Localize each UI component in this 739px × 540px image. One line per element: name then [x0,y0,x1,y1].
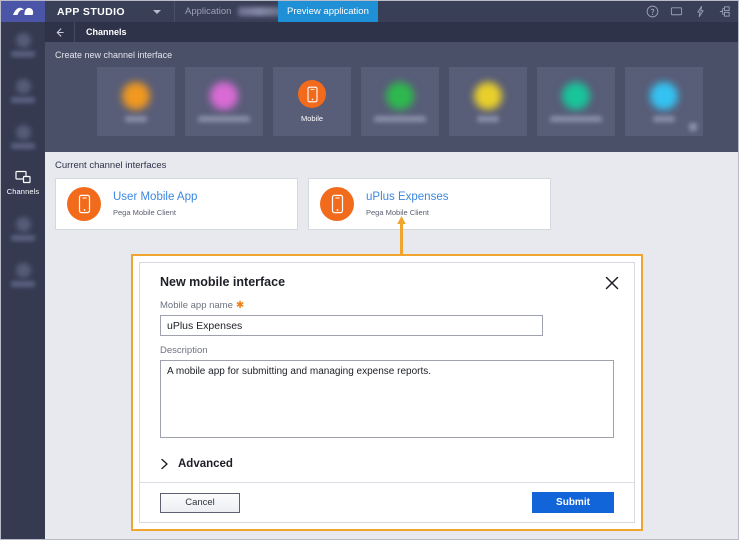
application-label: Application [184,6,232,17]
new-mobile-interface-dialog-highlight: New mobile interface Mobile app name ✱ D… [131,254,643,531]
advanced-label: Advanced [178,458,233,470]
submit-button[interactable]: Submit [532,492,614,513]
channel-tile-7[interactable] [625,67,703,136]
channel-tile-4[interactable] [361,67,439,136]
channels-icon [15,170,31,184]
channel-tile-1-label [125,115,147,122]
mobile-app-name-label: Mobile app name ✱ [160,300,614,311]
sidebar-label-1 [11,51,35,57]
channel-type-tiles: Mobile [97,67,703,136]
mobile-app-name-label-text: Mobile app name [160,300,233,311]
new-mobile-interface-dialog: New mobile interface Mobile app name ✱ D… [139,262,635,523]
sidebar-icon-2 [15,79,31,94]
sidebar-icon-1 [15,33,31,48]
sidebar-item-channels-label: Channels [6,187,40,196]
channel-card-subtitle: Pega Mobile Client [113,207,176,217]
sidebar-label-3 [11,143,35,149]
sidebar-item-6[interactable] [1,252,45,298]
pega-logo-icon[interactable] [1,1,45,22]
channel-card-uplus-expenses[interactable]: uPlus Expenses Pega Mobile Client [308,178,551,230]
channel-tile-mobile[interactable]: Mobile [273,67,351,136]
breadcrumb: Channels [86,27,127,37]
channel-tile-mobile-label: Mobile [300,114,324,123]
help-icon[interactable] [646,5,659,18]
channel-tile-6-icon [562,81,590,110]
cancel-button[interactable]: Cancel [160,492,240,513]
field-spacer [160,336,614,345]
sidebar-icon-6 [15,263,31,278]
channel-card-title[interactable]: User Mobile App [113,191,197,204]
topbar-divider [173,1,175,22]
channel-tile-7-label [653,115,675,122]
create-channel-title: Create new channel interface [55,50,173,60]
mobile-app-icon [67,187,101,221]
channel-tile-5-label [477,115,499,122]
mobile-phone-glyph [78,194,90,214]
channel-tile-1-icon [122,81,150,110]
pega-logo-glyph [13,7,34,15]
top-bar: APP STUDIO Application Preview applicati… [1,1,738,22]
mobile-icon [298,80,326,108]
channel-card-list: User Mobile App Pega Mobile Client uPlus… [55,178,738,230]
channel-card-user-mobile-app[interactable]: User Mobile App Pega Mobile Client [55,178,298,230]
channel-tile-7-icon [650,81,678,110]
dialog-body: Mobile app name ✱ Description Advanced [140,291,634,482]
sidebar-icon-5 [15,217,31,232]
channel-card-text: User Mobile App Pega Mobile Client [113,191,197,216]
description-label: Description [160,345,614,356]
preview-application-button[interactable]: Preview application [278,1,378,22]
current-channels-title: Current channel interfaces [55,160,167,171]
sidebar-item-1[interactable] [1,22,45,68]
sidebar-icon-3 [15,125,31,140]
channel-card-text: uPlus Expenses Pega Mobile Client [366,191,448,216]
create-channel-panel: Create new channel interface Mobile [45,42,738,152]
app-window: APP STUDIO Application Preview applicati… [0,0,739,540]
mobile-app-name-input[interactable] [160,315,543,336]
required-asterisk-icon: ✱ [235,299,245,311]
close-icon[interactable] [604,275,620,291]
sidebar-label-2 [11,97,35,103]
dialog-footer: Cancel Submit [140,482,634,522]
channel-tile-6-label [550,115,602,122]
channel-tile-4-label [374,115,426,122]
sidebar-label-6 [11,281,35,287]
left-nav-rail: Channels [1,22,45,539]
channel-tile-2[interactable] [185,67,263,136]
mobile-phone-glyph [331,194,343,214]
back-arrow-icon[interactable] [54,27,65,38]
node-icon[interactable] [718,5,731,18]
breadcrumb-bar: Channels [45,22,738,42]
chevron-down-icon[interactable] [152,9,161,14]
channel-tile-4-icon [386,81,414,110]
sidebar-item-channels[interactable]: Channels [1,160,45,206]
sidebar-item-2[interactable] [1,68,45,114]
channel-tile-7-corner-badge [689,123,697,131]
channel-card-title[interactable]: uPlus Expenses [366,191,448,204]
chevron-right-icon [161,458,168,470]
description-label-text: Description [160,345,208,356]
channel-tile-1[interactable] [97,67,175,136]
mobile-app-icon [320,187,354,221]
dialog-title: New mobile interface [160,275,286,289]
channel-tile-5[interactable] [449,67,527,136]
channel-tile-5-icon [474,81,502,110]
breadcrumb-divider [74,22,75,42]
dialog-header: New mobile interface [140,263,634,291]
channel-card-subtitle: Pega Mobile Client [366,207,429,217]
sidebar-item-3[interactable] [1,114,45,160]
sidebar-item-5[interactable] [1,206,45,252]
description-textarea[interactable] [160,360,614,438]
topbar-icon-group [646,1,731,22]
app-studio-label: APP STUDIO [57,5,125,18]
channel-tile-6[interactable] [537,67,615,136]
channel-tile-2-icon [210,81,238,110]
channel-tile-2-label [198,115,250,122]
lightning-icon[interactable] [694,5,707,18]
mobile-phone-glyph [306,86,318,102]
sidebar-label-5 [11,235,35,241]
screen-icon[interactable] [670,5,683,18]
advanced-section-toggle[interactable]: Advanced [160,458,614,470]
